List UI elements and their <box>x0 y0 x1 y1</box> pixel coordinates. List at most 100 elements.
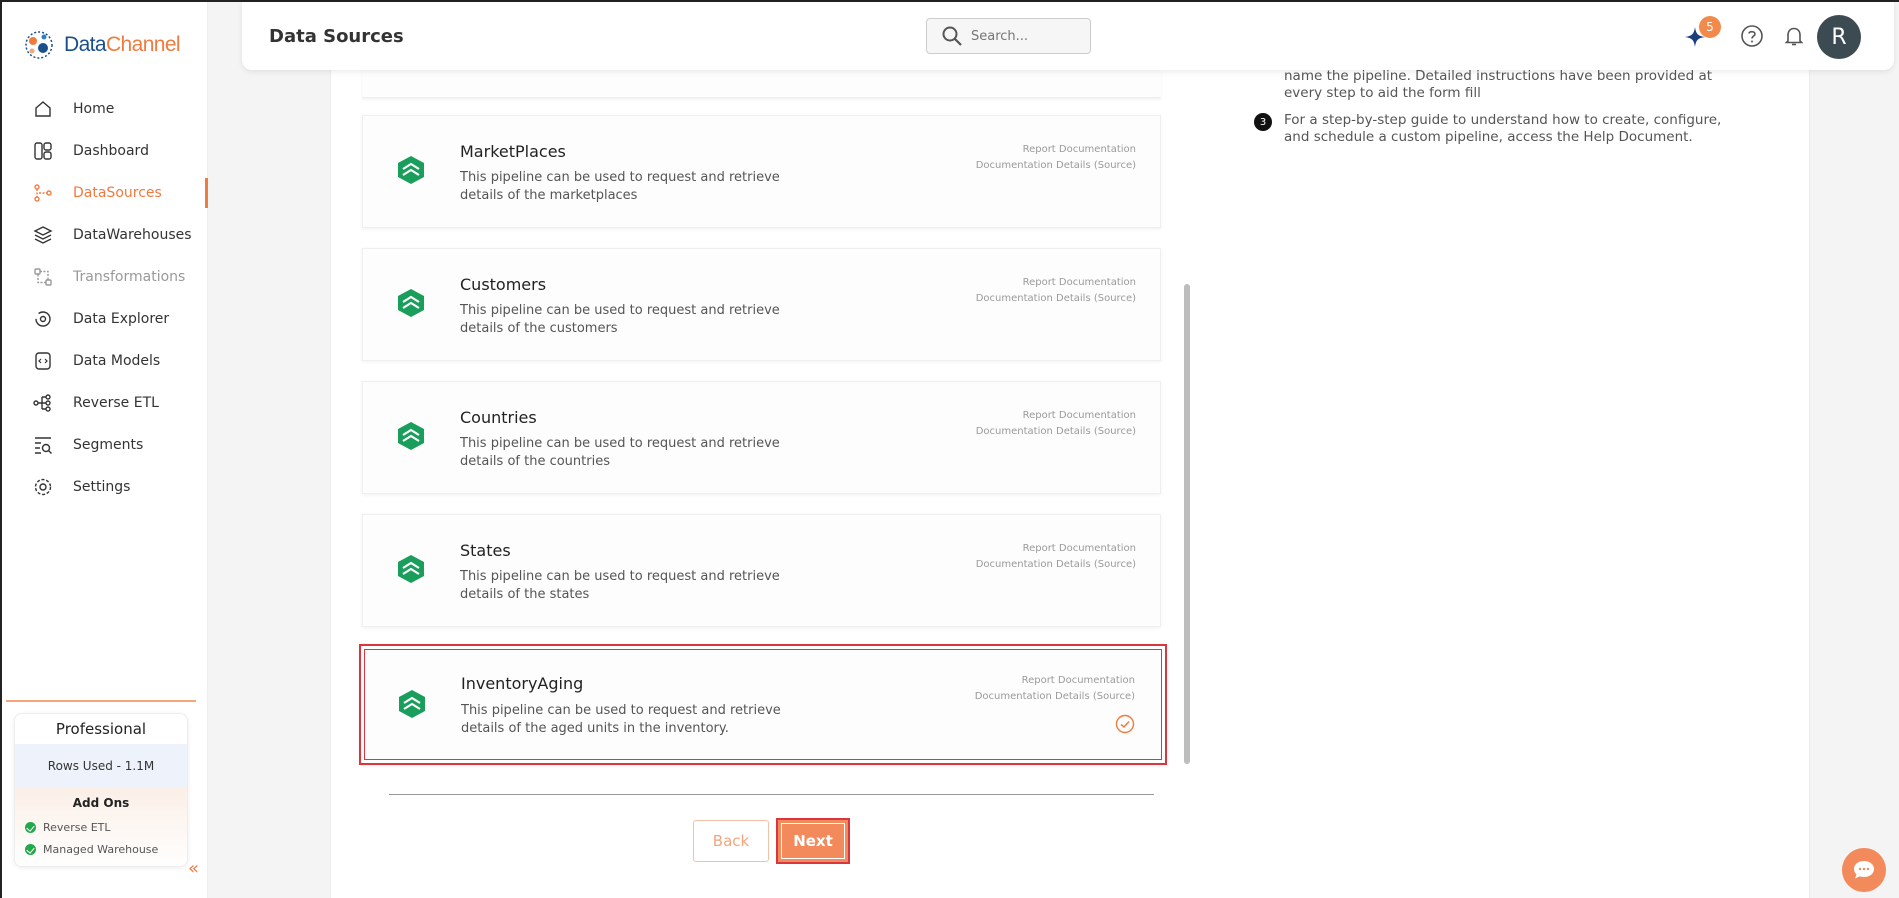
data-models-icon <box>32 350 54 372</box>
sidebar-item-data-models[interactable]: Data Models <box>2 340 208 382</box>
documentation-details-link[interactable]: Documentation Details (Source) <box>976 424 1136 440</box>
report-documentation-link[interactable]: Report Documentation <box>975 673 1135 689</box>
pipeline-chevron-icon <box>398 289 424 317</box>
pipeline-card-marketplaces[interactable]: MarketPlaces This pipeline can be used t… <box>362 115 1161 228</box>
report-documentation-link[interactable]: Report Documentation <box>976 275 1136 291</box>
pipeline-name: InventoryAging <box>461 674 584 693</box>
plan-divider <box>6 700 196 702</box>
avatar[interactable]: R <box>1817 15 1861 59</box>
sidebar: DataChannel Home Dashboard DataSources D… <box>2 2 208 898</box>
sidebar-item-label: DataWarehouses <box>73 227 192 243</box>
report-documentation-link[interactable]: Report Documentation <box>976 142 1136 158</box>
report-documentation-link[interactable]: Report Documentation <box>976 541 1136 557</box>
notification-badge: 5 <box>1699 16 1721 38</box>
next-button[interactable]: Next <box>776 818 850 864</box>
pipeline-card-states[interactable]: States This pipeline can be used to requ… <box>362 514 1161 627</box>
pipeline-description: This pipeline can be used to request and… <box>460 303 780 336</box>
documentation-details-link[interactable]: Documentation Details (Source) <box>976 291 1136 307</box>
plan-card: Professional Rows Used - 1.1M Add Ons Re… <box>14 713 188 867</box>
pipeline-chevron-icon <box>398 555 424 583</box>
sidebar-item-label: Data Explorer <box>73 311 170 327</box>
pipeline-doc-links: Report Documentation Documentation Detai… <box>976 408 1136 440</box>
search-input[interactable] <box>971 28 1071 44</box>
data-explorer-icon <box>32 308 54 330</box>
logo[interactable]: DataChannel <box>22 28 181 62</box>
pipeline-card-customers[interactable]: Customers This pipeline can be used to r… <box>362 248 1161 361</box>
brand-name: DataChannel <box>64 33 181 56</box>
sidebar-item-label: Settings <box>73 479 131 495</box>
step-number: 3 <box>1254 113 1272 131</box>
pipeline-name: Countries <box>460 408 537 427</box>
pipeline-doc-links: Report Documentation Documentation Detai… <box>976 541 1136 573</box>
reverse-etl-icon <box>32 392 54 414</box>
sidebar-item-datawarehouses[interactable]: DataWarehouses <box>2 214 208 256</box>
sidebar-item-label: DataSources <box>73 185 162 201</box>
datasources-icon <box>32 182 54 204</box>
pipeline-doc-links: Report Documentation Documentation Detai… <box>975 673 1135 705</box>
pipeline-description: This pipeline can be used to request and… <box>460 569 780 602</box>
help-icon[interactable] <box>1740 24 1764 48</box>
sidebar-item-datasources[interactable]: DataSources <box>2 172 208 214</box>
sidebar-item-label: Transformations <box>73 269 186 285</box>
sidebar-item-data-explorer[interactable]: Data Explorer <box>2 298 208 340</box>
sidebar-item-label: Segments <box>73 437 144 453</box>
sidebar-item-settings[interactable]: Settings <box>2 466 208 508</box>
sidebar-item-dashboard[interactable]: Dashboard <box>2 130 208 172</box>
instruction-step-3: 3 For a step-by-step guide to understand… <box>1254 112 1724 146</box>
plan-title: Professional <box>55 720 147 738</box>
bell-icon[interactable] <box>1782 24 1806 48</box>
pipeline-description: This pipeline can be used to request and… <box>460 436 780 469</box>
transformations-icon <box>32 266 54 288</box>
sidebar-item-reverse-etl[interactable]: Reverse ETL <box>2 382 208 424</box>
chat-button[interactable] <box>1842 848 1886 892</box>
datachannel-logo-icon <box>25 31 53 59</box>
pipeline-chevron-icon <box>398 156 424 184</box>
collapse-sidebar-icon[interactable]: « <box>188 858 199 879</box>
pipeline-doc-links: Report Documentation Documentation Detai… <box>976 275 1136 307</box>
sidebar-item-label: Data Models <box>73 353 161 369</box>
pipeline-chevron-icon <box>398 422 424 450</box>
pipeline-doc-links: Report Documentation Documentation Detai… <box>976 142 1136 174</box>
addons-title: Add Ons <box>72 796 130 810</box>
dashboard-icon <box>32 140 54 162</box>
sidebar-item-home[interactable]: Home <box>2 88 208 130</box>
search-box[interactable] <box>926 18 1091 54</box>
home-icon <box>32 98 54 120</box>
selected-check-icon <box>1115 714 1135 734</box>
sidebar-item-transformations[interactable]: Transformations <box>2 256 208 298</box>
documentation-details-link[interactable]: Documentation Details (Source) <box>975 689 1135 705</box>
step-text: For a step-by-step guide to understand h… <box>1284 112 1722 145</box>
divider <box>389 794 1154 795</box>
datawarehouses-icon <box>32 224 54 246</box>
pipeline-card-partial[interactable] <box>362 70 1161 98</box>
chat-bubble-icon <box>1854 861 1874 879</box>
pipeline-description: This pipeline can be used to request and… <box>461 703 781 736</box>
pipeline-name: Customers <box>460 275 547 294</box>
addon-item: Reverse ETL <box>25 816 177 838</box>
page-title: Data Sources <box>269 26 404 47</box>
addon-item: Managed Warehouse <box>25 838 177 860</box>
sidebar-item-label: Reverse ETL <box>73 395 159 411</box>
search-icon <box>942 26 962 46</box>
documentation-details-link[interactable]: Documentation Details (Source) <box>976 557 1136 573</box>
addons-section: Add Ons Reverse ETL Managed Warehouse <box>15 788 187 866</box>
pipeline-name: States <box>460 541 511 560</box>
sidebar-item-segments[interactable]: Segments <box>2 424 208 466</box>
scrollbar-thumb[interactable] <box>1184 284 1190 764</box>
pipeline-name: MarketPlaces <box>460 142 566 161</box>
pipeline-chevron-icon <box>399 690 425 718</box>
settings-icon <box>32 476 54 498</box>
report-documentation-link[interactable]: Report Documentation <box>976 408 1136 424</box>
documentation-details-link[interactable]: Documentation Details (Source) <box>976 158 1136 174</box>
instructions-text: name the pipeline. Detailed instructions… <box>1284 68 1713 101</box>
sidebar-nav: Home Dashboard DataSources DataWarehouse… <box>2 88 208 508</box>
rows-used: Rows Used - 1.1M <box>15 744 187 788</box>
pipeline-card-inventoryaging[interactable]: InventoryAging This pipeline can be used… <box>359 644 1167 765</box>
check-circle-icon <box>25 843 36 855</box>
check-circle-icon <box>25 821 36 833</box>
back-button[interactable]: Back <box>693 820 769 862</box>
top-header: Data Sources 5 R <box>242 2 1894 70</box>
segments-icon <box>32 434 54 456</box>
sidebar-item-label: Home <box>73 101 115 117</box>
pipeline-card-countries[interactable]: Countries This pipeline can be used to r… <box>362 381 1161 494</box>
